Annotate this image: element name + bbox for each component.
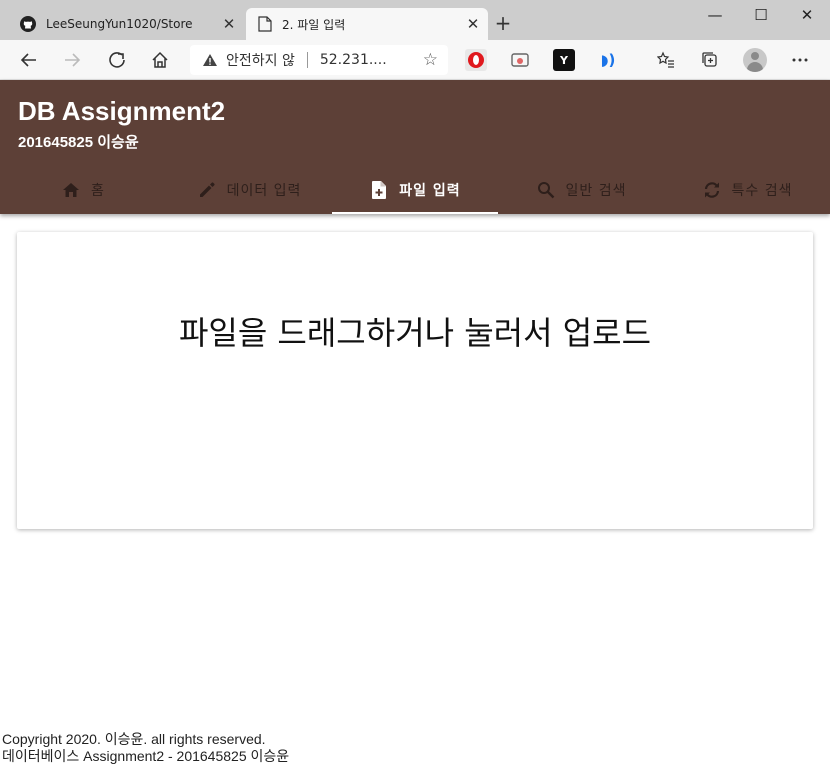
tab-file-input[interactable]: 파일 입력: [332, 166, 498, 214]
tab-label: 데이터 입력: [226, 183, 302, 199]
app-title: DB Assignment2: [18, 96, 226, 126]
minimize-icon[interactable]: —: [692, 4, 738, 26]
app-header: DB Assignment2 201645825 이승윤 홈 데이터 입력 파일…: [0, 80, 830, 214]
browser-tab-active[interactable]: 2. 파일 입력 ✕: [246, 8, 488, 40]
favorite-star-icon[interactable]: ☆: [423, 50, 438, 70]
browser-toolbar: 안전하지 않 52.231.... ☆ Y ◗): [0, 40, 830, 80]
search-icon: [536, 180, 556, 200]
footer-info: 데이터베이스 Assignment2 - 201645825 이승윤: [2, 748, 290, 764]
browser-tab-github[interactable]: LeeSeungYun1020/Store ✕: [8, 8, 244, 40]
home-icon: [61, 180, 81, 200]
tab-label: 특수 검색: [731, 183, 793, 199]
address-bar[interactable]: 안전하지 않 52.231.... ☆: [190, 45, 448, 75]
selected-tab-indicator: [332, 212, 498, 214]
opera-extension-icon[interactable]: [465, 49, 487, 71]
refresh-icon: [702, 180, 722, 200]
github-icon: [20, 16, 36, 32]
nav-tabs: 홈 데이터 입력 파일 입력 일반 검색 특수 검색: [0, 166, 830, 214]
forward-icon[interactable]: [58, 46, 86, 74]
browser-tab-strip: LeeSeungYun1020/Store ✕ 2. 파일 입력 ✕ + — ☐…: [0, 0, 830, 40]
tab-title: 2. 파일 입력: [282, 17, 346, 32]
address-divider: [306, 52, 308, 68]
security-label[interactable]: 안전하지 않: [226, 50, 295, 70]
close-tab-icon[interactable]: ✕: [220, 15, 238, 33]
pencil-icon: [197, 180, 217, 200]
tab-data-input[interactable]: 데이터 입력: [166, 166, 332, 214]
window-close-icon[interactable]: ✕: [784, 4, 830, 26]
new-tab-button[interactable]: +: [492, 12, 514, 34]
tab-title: LeeSeungYun1020/Store: [46, 17, 193, 31]
footer-copyright: Copyright 2020. 이승윤. all rights reserved…: [2, 731, 266, 747]
tab-label: 파일 입력: [399, 183, 461, 199]
wireless-extension-icon[interactable]: ◗): [597, 49, 619, 71]
tab-general-search[interactable]: 일반 검색: [498, 166, 664, 214]
refresh-icon[interactable]: [103, 46, 131, 74]
page-footer: Copyright 2020. 이승윤. all rights reserved…: [2, 731, 289, 765]
document-icon: [258, 16, 272, 32]
more-menu-icon[interactable]: [786, 46, 814, 74]
warning-icon: [202, 53, 218, 67]
close-tab-icon[interactable]: ✕: [464, 15, 482, 33]
tab-special-search[interactable]: 특수 검색: [664, 166, 830, 214]
maximize-icon[interactable]: ☐: [738, 4, 784, 26]
collections-icon[interactable]: [696, 46, 724, 74]
profile-avatar[interactable]: [743, 48, 767, 72]
app-subtitle: 201645825 이승윤: [18, 134, 139, 151]
tab-home[interactable]: 홈: [0, 166, 166, 214]
file-plus-icon: [369, 180, 389, 200]
screenshot-extension-icon[interactable]: [509, 49, 531, 71]
tab-label: 홈: [91, 183, 105, 199]
favorites-icon[interactable]: [652, 46, 680, 74]
dropzone-prompt: 파일을 드래그하거나 눌러서 업로드: [178, 314, 652, 352]
file-dropzone[interactable]: 파일을 드래그하거나 눌러서 업로드: [17, 232, 813, 529]
tab-label: 일반 검색: [565, 183, 627, 199]
url-text[interactable]: 52.231....: [320, 52, 387, 68]
yt-extension-icon[interactable]: Y: [553, 49, 575, 71]
home-icon[interactable]: [146, 46, 174, 74]
back-icon[interactable]: [15, 46, 43, 74]
